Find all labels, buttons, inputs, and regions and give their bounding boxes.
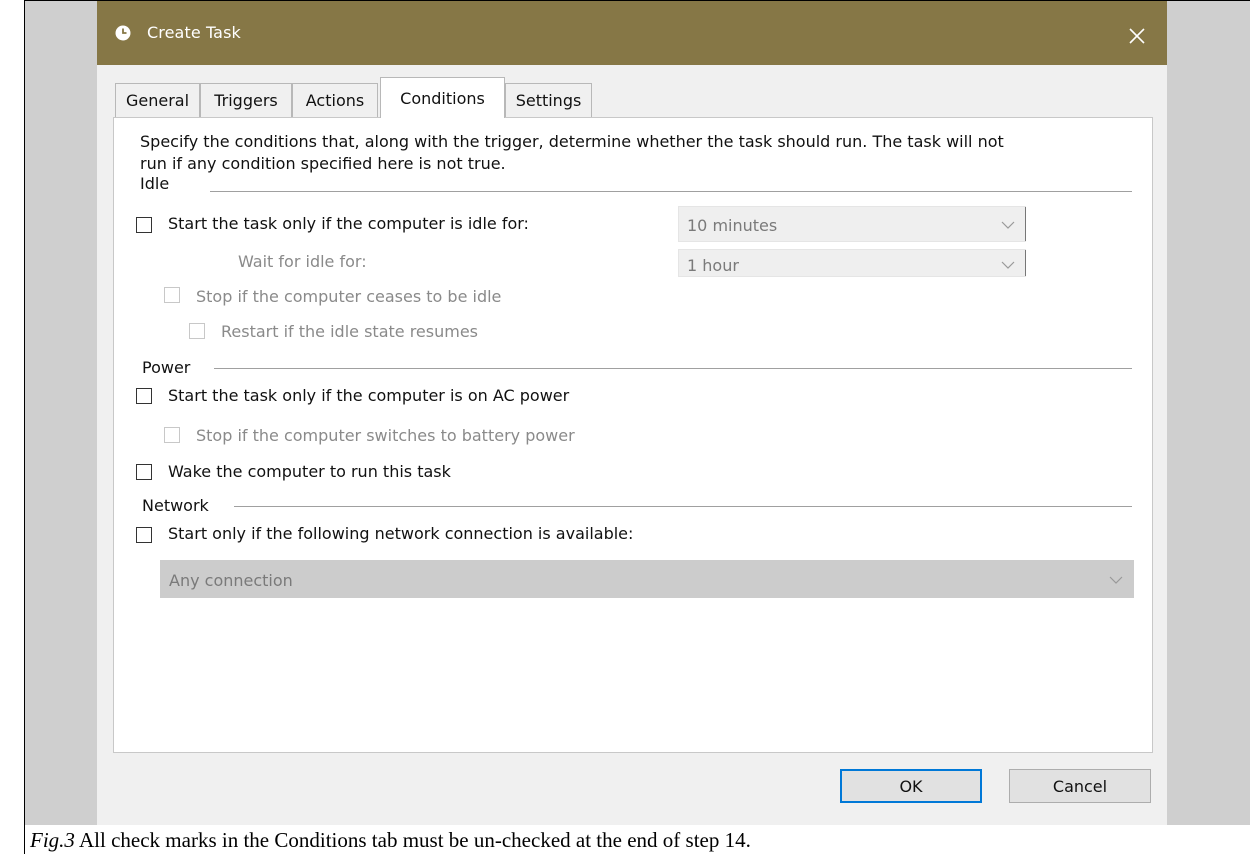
description-text: run if any condition specified here is n… <box>140 154 506 173</box>
network-connection-combo[interactable]: Any connection <box>160 560 1134 598</box>
network-available-label: Start only if the following network conn… <box>168 524 634 543</box>
stop-on-battery-checkbox[interactable] <box>164 427 180 443</box>
clock-icon <box>115 25 131 41</box>
ac-power-checkbox[interactable] <box>136 388 152 404</box>
combo-border <box>1025 250 1026 276</box>
backdrop <box>1167 1 1250 825</box>
close-button[interactable] <box>1107 11 1167 61</box>
window-title: Create Task <box>147 23 241 42</box>
power-separator <box>214 368 1132 369</box>
network-connection-value: Any connection <box>169 571 293 590</box>
description-text: Specify the conditions that, along with … <box>140 132 1004 151</box>
tab-triggers[interactable]: Triggers <box>200 83 292 117</box>
chevron-down-icon <box>1001 261 1015 269</box>
restart-if-resumes-label: Restart if the idle state resumes <box>221 322 479 341</box>
idle-duration-value: 10 minutes <box>687 216 778 235</box>
figure-caption: Fig.3 All check marks in the Conditions … <box>30 828 751 853</box>
chevron-down-icon <box>1001 221 1015 229</box>
figure-label: Fig.3 <box>30 828 75 852</box>
tab-actions[interactable]: Actions <box>292 83 378 117</box>
wait-duration-combo[interactable]: 1 hour <box>678 249 1026 277</box>
conditions-panel: Specify the conditions that, along with … <box>113 117 1153 753</box>
stop-if-ceases-checkbox[interactable] <box>164 287 180 303</box>
stop-if-ceases-label: Stop if the computer ceases to be idle <box>196 287 502 306</box>
tab-settings[interactable]: Settings <box>505 83 592 117</box>
wait-duration-value: 1 hour <box>687 256 739 275</box>
idle-duration-combo[interactable]: 10 minutes <box>678 206 1026 242</box>
wait-for-idle-label: Wait for idle for: <box>238 252 367 271</box>
title-bar: Create Task <box>97 1 1167 65</box>
network-available-checkbox[interactable] <box>136 527 152 543</box>
start-if-idle-checkbox[interactable] <box>136 217 152 233</box>
backdrop <box>25 1 97 825</box>
cancel-button[interactable]: Cancel <box>1009 769 1151 803</box>
caption-text: All check marks in the Conditions tab mu… <box>74 828 751 852</box>
wake-computer-checkbox[interactable] <box>136 464 152 480</box>
network-separator <box>234 506 1132 507</box>
combo-border <box>1025 207 1026 241</box>
idle-separator <box>210 191 1132 192</box>
chevron-down-icon <box>1109 576 1123 584</box>
ok-button[interactable]: OK <box>840 769 982 803</box>
tab-conditions[interactable]: Conditions <box>380 77 505 118</box>
close-icon <box>1129 28 1145 44</box>
network-heading: Network <box>142 496 209 515</box>
stop-on-battery-label: Stop if the computer switches to battery… <box>196 426 575 445</box>
wake-computer-label: Wake the computer to run this task <box>168 462 451 481</box>
power-heading: Power <box>142 358 191 377</box>
tab-general[interactable]: General <box>115 83 200 117</box>
start-if-idle-label: Start the task only if the computer is i… <box>168 214 529 233</box>
create-task-dialog: Create Task General Triggers Actions Con… <box>97 1 1167 825</box>
restart-if-resumes-checkbox[interactable] <box>189 323 205 339</box>
ac-power-label: Start the task only if the computer is o… <box>168 386 570 405</box>
idle-heading: Idle <box>140 174 170 193</box>
